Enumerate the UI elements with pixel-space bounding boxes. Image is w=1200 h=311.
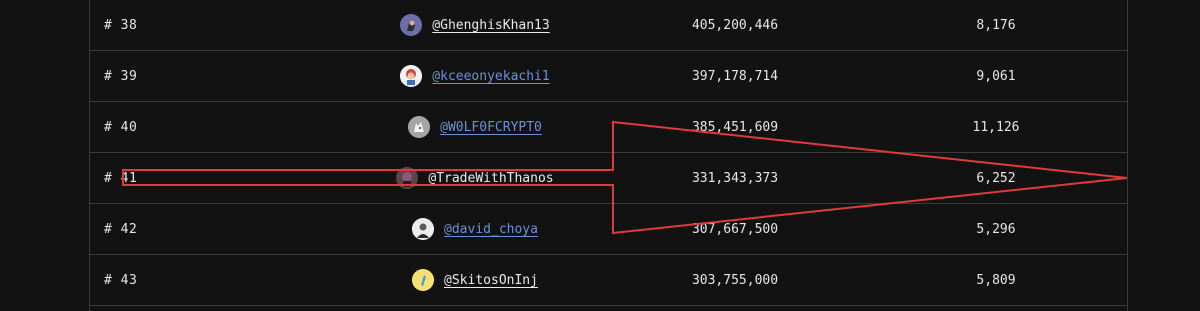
user-cell: @W0LF0FCRYPT0 [345, 102, 605, 152]
views-cell: 397,178,714 [691, 68, 779, 84]
user-handle-link[interactable]: @david_choya [444, 222, 538, 237]
count-cell: 6,252 [976, 170, 1016, 186]
user-cell: @TradeWithThanos [345, 153, 605, 203]
user-handle-link[interactable]: @TradeWithThanos [428, 171, 553, 186]
avatar-yellow-icon [412, 269, 435, 291]
table-row: # 40 @W0LF0FCRYPT0 385,451,609 11,126 [90, 102, 1127, 153]
user-handle-link[interactable]: @GhenghisKhan13 [432, 18, 549, 33]
count-cell: 8,176 [976, 17, 1016, 33]
user-cell: @SkitosOnInj [345, 255, 605, 305]
views-cell: 385,451,609 [691, 119, 779, 135]
user-cell: @david_choya [345, 204, 605, 254]
views-cell: 303,755,000 [691, 272, 779, 288]
avatar-wolf-icon [408, 116, 431, 138]
count-cell: 5,809 [976, 272, 1016, 288]
rank-cell: # 39 [104, 68, 138, 84]
views-cell: 405,200,446 [691, 17, 779, 33]
table-row: # 38 @GhenghisKhan13 405,200,446 8,176 [90, 0, 1127, 51]
count-cell: 9,061 [976, 68, 1016, 84]
views-cell: 307,667,500 [691, 221, 779, 237]
rank-cell: # 43 [104, 272, 138, 288]
avatar-warrior-icon [400, 14, 423, 36]
table-row: # 42 @david_choya 307,667,500 5,296 [90, 204, 1127, 255]
user-handle-link[interactable]: @SkitosOnInj [444, 273, 538, 288]
user-handle-link[interactable]: @W0LF0FCRYPT0 [440, 120, 542, 135]
avatar-person-icon [412, 218, 435, 240]
rank-cell: # 41 [104, 170, 138, 186]
user-cell: @kceeonyekachi1 [345, 51, 605, 101]
avatar-thanos-icon [396, 167, 419, 189]
table-row: # 41 @TradeWithThanos 331,343,373 6,252 [90, 153, 1127, 204]
views-cell: 331,343,373 [691, 170, 779, 186]
rank-cell: # 42 [104, 221, 138, 237]
user-cell: @GhenghisKhan13 [345, 0, 605, 50]
table-row: # 43 @SkitosOnInj 303,755,000 5,809 [90, 255, 1127, 306]
rank-cell: # 38 [104, 17, 138, 33]
leaderboard-table: # 38 @GhenghisKhan13 405,200,446 8,176 #… [89, 0, 1128, 311]
count-cell: 5,296 [976, 221, 1016, 237]
user-handle-link[interactable]: @kceeonyekachi1 [432, 69, 549, 84]
count-cell: 11,126 [972, 119, 1020, 135]
avatar-cartoon-icon [400, 65, 423, 87]
table-row: # 39 @kceeonyekachi1 397,178,714 9,061 [90, 51, 1127, 102]
rank-cell: # 40 [104, 119, 138, 135]
